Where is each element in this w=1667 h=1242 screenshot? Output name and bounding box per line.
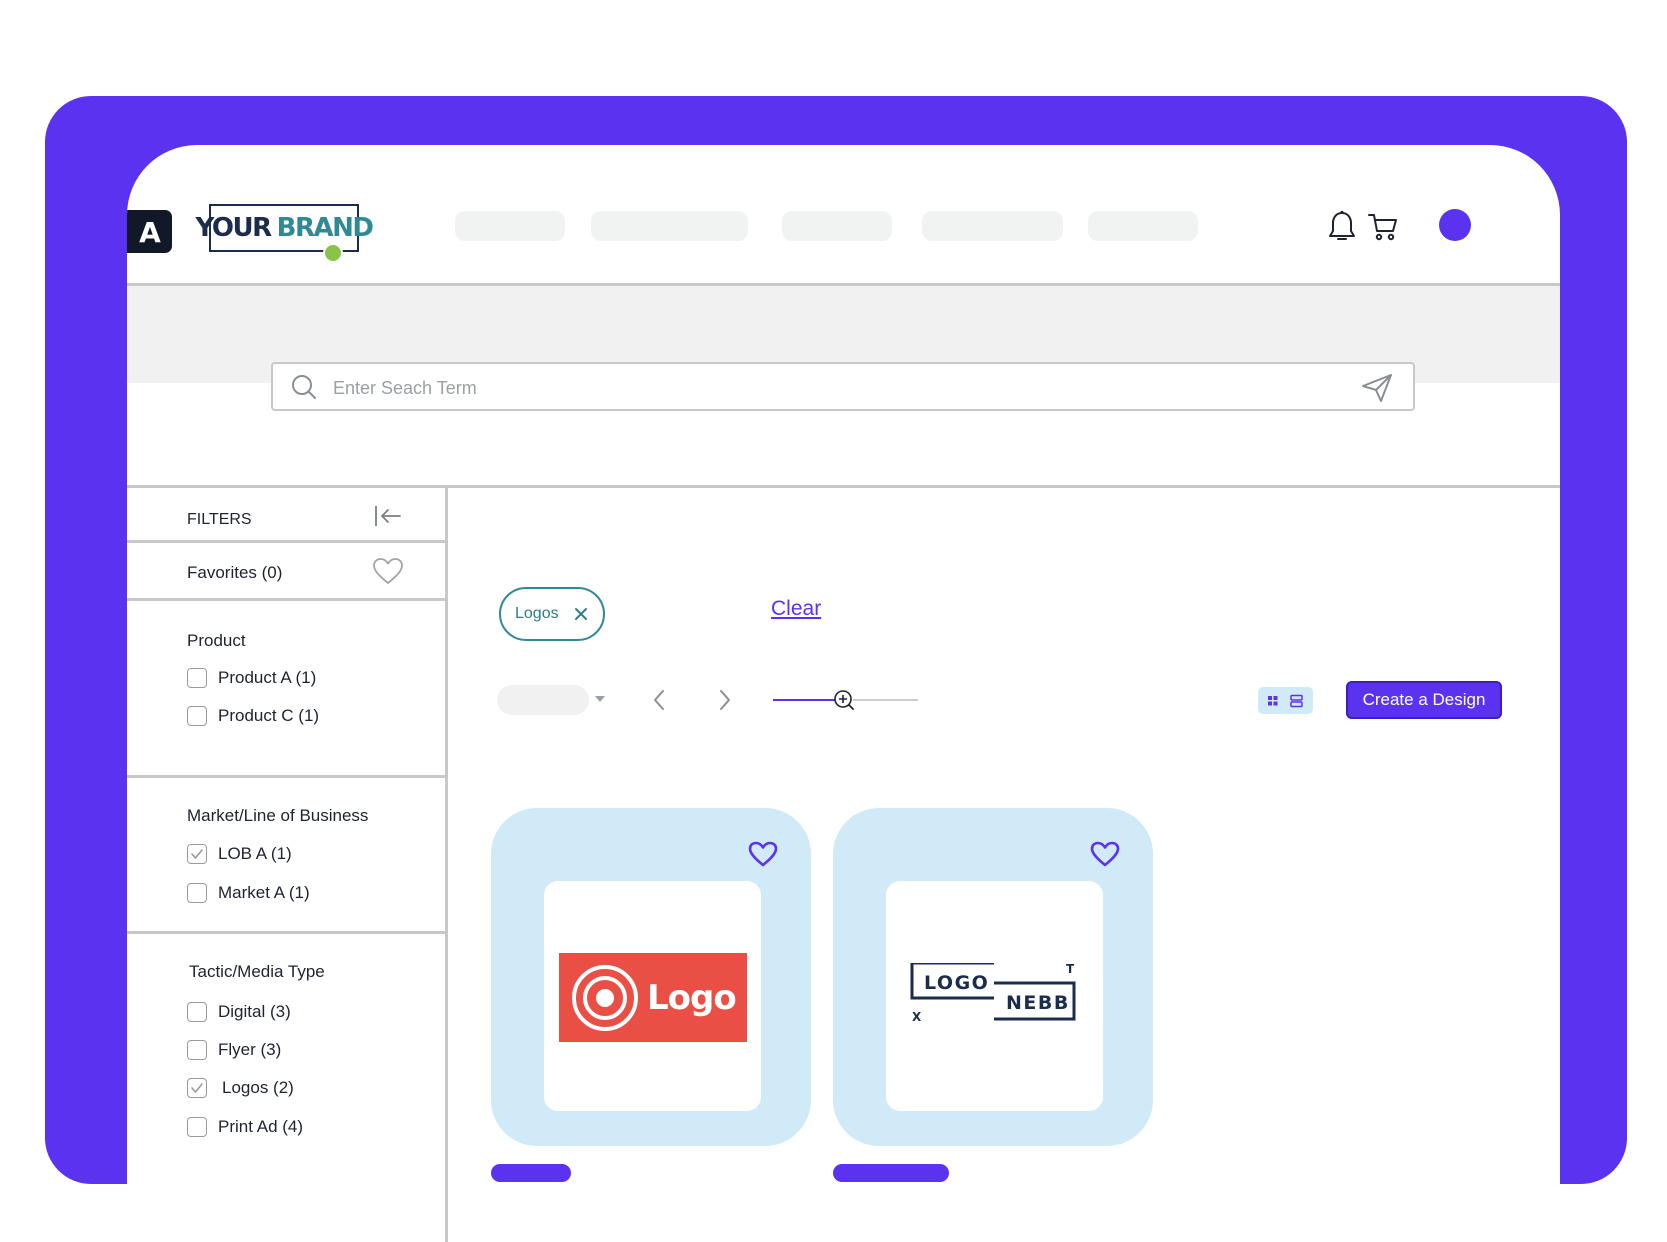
filter-option-lob-a[interactable]: LOB A (1) [187, 844, 292, 864]
filter-group-title-market: Market/Line of Business [187, 806, 369, 825]
svg-text:NEBB: NEBB [1006, 992, 1070, 1014]
checkbox[interactable] [187, 668, 207, 688]
active-filter-chip[interactable]: Logos [499, 587, 605, 641]
collapse-filters-button[interactable] [374, 504, 402, 533]
brand-word-1: YOUR [195, 213, 273, 243]
clear-filters-link[interactable]: Clear [771, 597, 821, 621]
heart-outline-icon [373, 558, 403, 584]
sidebar-divider [127, 775, 445, 778]
filter-option-print-ad[interactable]: Print Ad (4) [187, 1117, 303, 1137]
svg-text:T: T [1066, 963, 1075, 976]
favorites-label: Favorites (0) [187, 563, 283, 582]
checkbox-checked[interactable] [187, 844, 207, 864]
filter-option-label: Logos (2) [222, 1078, 294, 1097]
heart-icon[interactable] [747, 840, 779, 868]
app-screen: A YOUR BRAND Enter Seach Term FILTERS Fa… [127, 145, 1560, 1242]
grid-list-icon [1268, 694, 1303, 708]
filter-group-title-product: Product [187, 631, 246, 650]
chip-label: Logos [515, 605, 559, 622]
card-title-placeholder [491, 1164, 571, 1182]
checkbox-checked[interactable] [187, 1078, 207, 1098]
close-icon[interactable] [573, 606, 589, 622]
checkbox[interactable] [187, 1002, 207, 1022]
collapse-left-icon [375, 506, 401, 526]
svg-text:A: A [139, 216, 161, 249]
search-bar[interactable] [271, 362, 1415, 411]
cart-button[interactable] [1367, 212, 1399, 247]
chevron-right-icon[interactable] [715, 688, 735, 712]
bell-icon [1329, 210, 1355, 240]
filters-title: FILTERS [187, 511, 252, 528]
app-logo[interactable]: A [127, 210, 172, 253]
filter-option-product-c[interactable]: Product C (1) [187, 706, 319, 726]
filters-sidebar: FILTERS Favorites (0) Product Product A … [127, 488, 448, 1242]
nav-item-1[interactable] [455, 211, 565, 241]
search-icon [292, 375, 316, 399]
zoom-slider[interactable] [773, 685, 918, 715]
user-avatar[interactable] [1439, 209, 1471, 241]
checkbox[interactable] [187, 883, 207, 903]
chevron-down-icon[interactable] [593, 694, 607, 704]
sidebar-divider [127, 540, 445, 543]
filter-option-label: Print Ad (4) [218, 1117, 304, 1136]
nav-item-4[interactable] [922, 211, 1063, 241]
filter-option-product-a[interactable]: Product A (1) [187, 668, 316, 688]
zoom-in-icon [834, 690, 854, 710]
asset-card[interactable]: Logo [491, 808, 811, 1146]
search-input[interactable] [331, 373, 1295, 403]
target-icon [572, 964, 638, 1031]
check-icon [191, 1083, 203, 1093]
filter-option-label: Product A (1) [218, 668, 317, 687]
brand-dot [323, 243, 343, 263]
filter-group-title-tactic: Tactic/Media Type [189, 962, 325, 981]
sort-dropdown[interactable] [497, 685, 589, 715]
sample-logo-outline: LOGO NEBB T X [910, 963, 1076, 1024]
heart-icon[interactable] [1089, 840, 1121, 868]
view-toggle[interactable] [1258, 687, 1313, 714]
asset-thumbnail[interactable]: Logo [544, 881, 761, 1111]
asset-card[interactable]: LOGO NEBB T X [833, 808, 1153, 1146]
brand-word-2: BRAND [276, 213, 374, 243]
filter-option-label: Digital (3) [218, 1002, 291, 1021]
chevron-left-icon[interactable] [649, 688, 669, 712]
create-design-button[interactable]: Create a Design [1346, 681, 1502, 719]
send-icon[interactable] [1361, 373, 1393, 403]
asset-thumbnail[interactable]: LOGO NEBB T X [886, 881, 1103, 1111]
nav-item-5[interactable] [1088, 211, 1198, 241]
checkbox[interactable] [187, 706, 207, 726]
filter-option-label: LOB A (1) [218, 844, 292, 863]
checkbox[interactable] [187, 1117, 207, 1137]
logo-text: Logo [647, 977, 737, 1018]
nav-item-2[interactable] [591, 211, 748, 241]
app-logo-icon: A [139, 216, 161, 249]
filter-option-digital[interactable]: Digital (3) [187, 1002, 291, 1022]
nav-item-3[interactable] [782, 211, 892, 241]
svg-text:LOGO: LOGO [924, 972, 989, 994]
sidebar-divider [127, 931, 445, 934]
filter-option-market-a[interactable]: Market A (1) [187, 883, 310, 903]
filter-option-logos[interactable]: Logos (2) [187, 1078, 294, 1098]
cart-icon [1368, 214, 1397, 241]
svg-text:X: X [912, 1010, 922, 1024]
filter-option-label: Product C (1) [218, 706, 320, 725]
notifications-button[interactable] [1327, 210, 1357, 249]
sample-logo-red: Logo [559, 953, 747, 1042]
sidebar-divider [127, 598, 445, 601]
filter-option-label: Flyer (3) [218, 1040, 282, 1059]
favorites-button[interactable] [372, 557, 404, 590]
checkbox[interactable] [187, 1040, 207, 1060]
filter-option-flyer[interactable]: Flyer (3) [187, 1040, 281, 1060]
filter-option-label: Market A (1) [218, 883, 310, 902]
card-title-placeholder [833, 1164, 949, 1182]
check-icon [191, 849, 203, 859]
